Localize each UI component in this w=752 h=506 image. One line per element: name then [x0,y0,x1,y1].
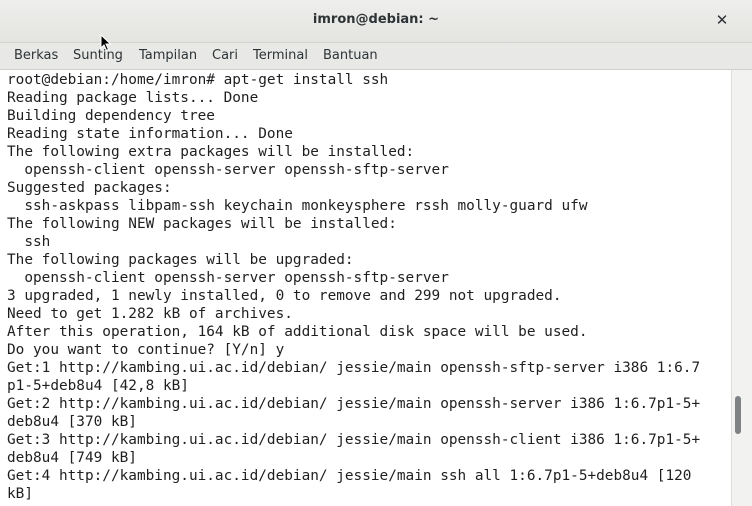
terminal-line: Get:4 http://kambing.ui.ac.id/debian/ je… [7,468,692,484]
window-title: imron@debian: ~ [312,12,440,27]
terminal-line: ssh-askpass libpam-ssh keychain monkeysp… [7,198,588,214]
terminal-line: deb8u4 [370 kB] [7,414,137,430]
menu-tampilan[interactable]: Tampilan [139,48,197,63]
terminal-line: Need to get 1.282 kB of archives. [7,306,293,322]
terminal-line: root@debian:/home/imron# apt-get install… [7,72,389,88]
terminal-line: The following NEW packages will be insta… [7,216,397,232]
menu-terminal[interactable]: Terminal [253,48,308,63]
terminal-output[interactable]: root@debian:/home/imron# apt-get install… [0,70,731,506]
terminal-window: imron@debian: ~ ✕ Berkas Sunting Tampila… [0,0,752,506]
terminal-line: kB] [7,486,33,502]
menu-sunting[interactable]: Sunting [73,48,123,63]
terminal-line: After this operation, 164 kB of addition… [7,324,588,340]
mouse-pointer-icon [100,34,112,52]
menu-bantuan[interactable]: Bantuan [323,48,378,63]
terminal-line: Do you want to continue? [Y/n] y [7,342,285,358]
terminal-line: Get:1 http://kambing.ui.ac.id/debian/ je… [7,360,701,376]
terminal-line: Reading state information... Done [7,126,293,142]
title-bar[interactable]: imron@debian: ~ ✕ [0,0,752,43]
terminal-line: Building dependency tree [7,108,215,124]
terminal-line: p1-5+deb8u4 [42,8 kB] [7,378,189,394]
terminal-line: openssh-client openssh-server openssh-sf… [7,270,449,286]
scrollbar-thumb[interactable] [735,396,741,434]
close-button[interactable]: ✕ [712,10,732,30]
terminal-line: Reading package lists... Done [7,90,259,106]
menu-berkas[interactable]: Berkas [14,48,58,63]
menu-bar: Berkas Sunting Tampilan Cari Terminal Ba… [0,43,752,70]
terminal-line: Suggested packages: [7,180,172,196]
terminal-line: deb8u4 [749 kB] [7,450,137,466]
terminal-line: openssh-client openssh-server openssh-sf… [7,162,449,178]
terminal-line: Get:2 http://kambing.ui.ac.id/debian/ je… [7,396,701,412]
terminal-line: ssh [7,234,51,250]
terminal-line: 3 upgraded, 1 newly installed, 0 to remo… [7,288,562,304]
terminal-line: The following packages will be upgraded: [7,252,354,268]
menu-cari[interactable]: Cari [212,48,238,63]
vertical-scrollbar[interactable] [731,70,752,506]
terminal-line: Get:3 http://kambing.ui.ac.id/debian/ je… [7,432,701,448]
terminal-line: The following extra packages will be ins… [7,144,415,160]
